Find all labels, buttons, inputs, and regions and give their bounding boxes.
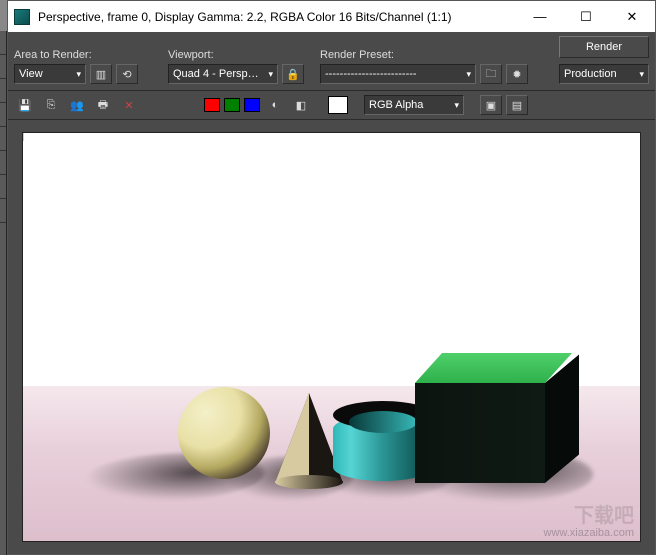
toggle-overlay-icon[interactable]: ▣ bbox=[480, 95, 502, 115]
sphere-object bbox=[178, 387, 270, 479]
copy-icon[interactable]: ⎘ bbox=[40, 95, 62, 115]
color-swatch[interactable] bbox=[328, 96, 348, 114]
watermark: 下载吧 www.xiazaiba.com bbox=[544, 505, 634, 539]
cone-light bbox=[275, 393, 309, 483]
render-button[interactable]: Render bbox=[559, 36, 649, 58]
top-marker bbox=[23, 133, 24, 141]
frame-toolbar: 💾 ⎘ 👥 🖶 ✕ ◐ ◧ RGB Alpha ▣ ▤ bbox=[8, 91, 655, 120]
render-options-bar: Area to Render: View ▥ ⟲ Viewport: Quad … bbox=[8, 32, 655, 91]
titlebar: Perspective, frame 0, Display Gamma: 2.2… bbox=[8, 1, 655, 32]
alpha-icon[interactable]: ◐ bbox=[264, 95, 286, 115]
viewport-select[interactable]: Quad 4 - Perspective bbox=[168, 64, 278, 84]
channel-select[interactable]: RGB Alpha bbox=[364, 95, 464, 115]
minimize-button[interactable]: — bbox=[517, 1, 563, 32]
mono-icon[interactable]: ◧ bbox=[290, 95, 312, 115]
print-icon[interactable]: 🖶 bbox=[92, 95, 114, 115]
preset-setup-icon[interactable]: ✹ bbox=[506, 64, 528, 84]
area-select[interactable]: View bbox=[14, 64, 86, 84]
render-window: Perspective, frame 0, Display Gamma: 2.2… bbox=[7, 0, 656, 555]
viewport-label: Viewport: bbox=[168, 49, 304, 61]
preset-load-icon[interactable]: 🗀 bbox=[480, 64, 502, 84]
area-auto-icon[interactable]: ⟲ bbox=[116, 64, 138, 84]
maximize-button[interactable]: ☐ bbox=[563, 1, 609, 32]
toggle-ui-icon[interactable]: ▤ bbox=[506, 95, 528, 115]
close-button[interactable]: ✕ bbox=[609, 1, 655, 32]
viewport-area: 下载吧 www.xiazaiba.com bbox=[8, 120, 655, 554]
preset-select[interactable]: ------------------------- bbox=[320, 64, 476, 84]
blue-channel-icon[interactable] bbox=[244, 98, 260, 112]
render-output: 下载吧 www.xiazaiba.com bbox=[22, 132, 641, 542]
preset-label: Render Preset: bbox=[320, 49, 528, 61]
production-select[interactable]: Production bbox=[559, 64, 649, 84]
clone-icon[interactable]: 👥 bbox=[66, 95, 88, 115]
cyl-inner bbox=[349, 411, 417, 433]
app-icon bbox=[14, 9, 30, 25]
save-icon[interactable]: 💾 bbox=[14, 95, 36, 115]
area-label: Area to Render: bbox=[14, 49, 138, 61]
area-edit-icon[interactable]: ▥ bbox=[90, 64, 112, 84]
box-front bbox=[415, 383, 545, 483]
clear-icon[interactable]: ✕ bbox=[118, 95, 140, 115]
cone-base bbox=[275, 475, 343, 489]
window-title: Perspective, frame 0, Display Gamma: 2.2… bbox=[38, 10, 517, 24]
green-channel-icon[interactable] bbox=[224, 98, 240, 112]
red-channel-icon[interactable] bbox=[204, 98, 220, 112]
lock-icon[interactable]: 🔒 bbox=[282, 64, 304, 84]
